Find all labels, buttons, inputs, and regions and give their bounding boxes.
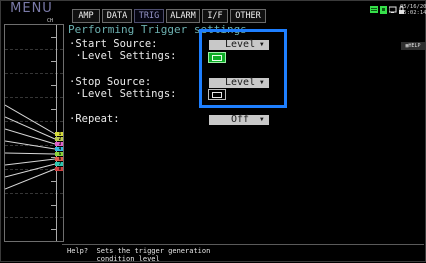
tab-alarm[interactable]: ALARM: [166, 9, 200, 23]
waveform-trace: [5, 163, 56, 178]
stop-level-label: ·Level Settings:: [69, 88, 177, 100]
tab-if[interactable]: I/F: [202, 9, 228, 23]
page-title: Performing Trigger settings: [68, 23, 247, 36]
waveform-preview-panel: 12345678: [4, 24, 64, 242]
help-prefix: Help?: [67, 247, 89, 255]
tab-amp[interactable]: AMP: [72, 9, 100, 23]
stop-source-value: Level: [225, 77, 256, 88]
menu-title: MENU: [10, 1, 53, 16]
start-source-label: ·Start Source:: [69, 38, 158, 50]
datetime-display: 05/16/2024 15:02:14: [400, 4, 426, 16]
chevron-down-icon: ▼: [260, 41, 264, 48]
repeat-value: Off: [231, 114, 250, 125]
stop-level-settings-button[interactable]: [208, 89, 226, 100]
repeat-label: ·Repeat:: [69, 113, 120, 125]
battery-icon: [370, 6, 378, 13]
level-settings-icon: [212, 92, 222, 98]
start-source-value: Level: [225, 39, 256, 50]
waveform-trace: [5, 104, 56, 135]
waveform-trace: [5, 158, 56, 166]
help-button-label: HELP: [408, 43, 421, 49]
chevron-down-icon: ▼: [260, 116, 264, 123]
card-icon: [380, 6, 387, 14]
tab-other[interactable]: OTHER: [230, 9, 266, 23]
waveform-trace: [5, 168, 56, 190]
start-level-label: ·Level Settings:: [69, 50, 177, 62]
help-area: Help? Sets the trigger generation condit…: [67, 247, 210, 263]
start-level-settings-button[interactable]: [208, 52, 226, 63]
tab-data[interactable]: DATA: [102, 9, 132, 23]
level-settings-icon: [212, 55, 222, 61]
channel-marker: 8: [55, 167, 63, 171]
start-source-dropdown[interactable]: Level ▼: [209, 40, 269, 50]
chevron-down-icon: ▼: [260, 79, 264, 86]
help-button[interactable]: ▦HELP: [401, 42, 425, 50]
stop-source-label: ·Stop Source:: [69, 76, 152, 88]
time-text: 15:02:14: [400, 10, 426, 16]
waveform-trace: [5, 116, 56, 140]
repeat-dropdown[interactable]: Off ▼: [209, 115, 269, 125]
stop-source-dropdown[interactable]: Level ▼: [209, 78, 269, 88]
help-divider: [62, 244, 424, 245]
tab-trig[interactable]: TRIG: [134, 9, 164, 23]
display-icon: [389, 6, 397, 13]
help-description: Sets the trigger generation condition le…: [96, 247, 211, 263]
waveform-trace: [5, 152, 56, 155]
